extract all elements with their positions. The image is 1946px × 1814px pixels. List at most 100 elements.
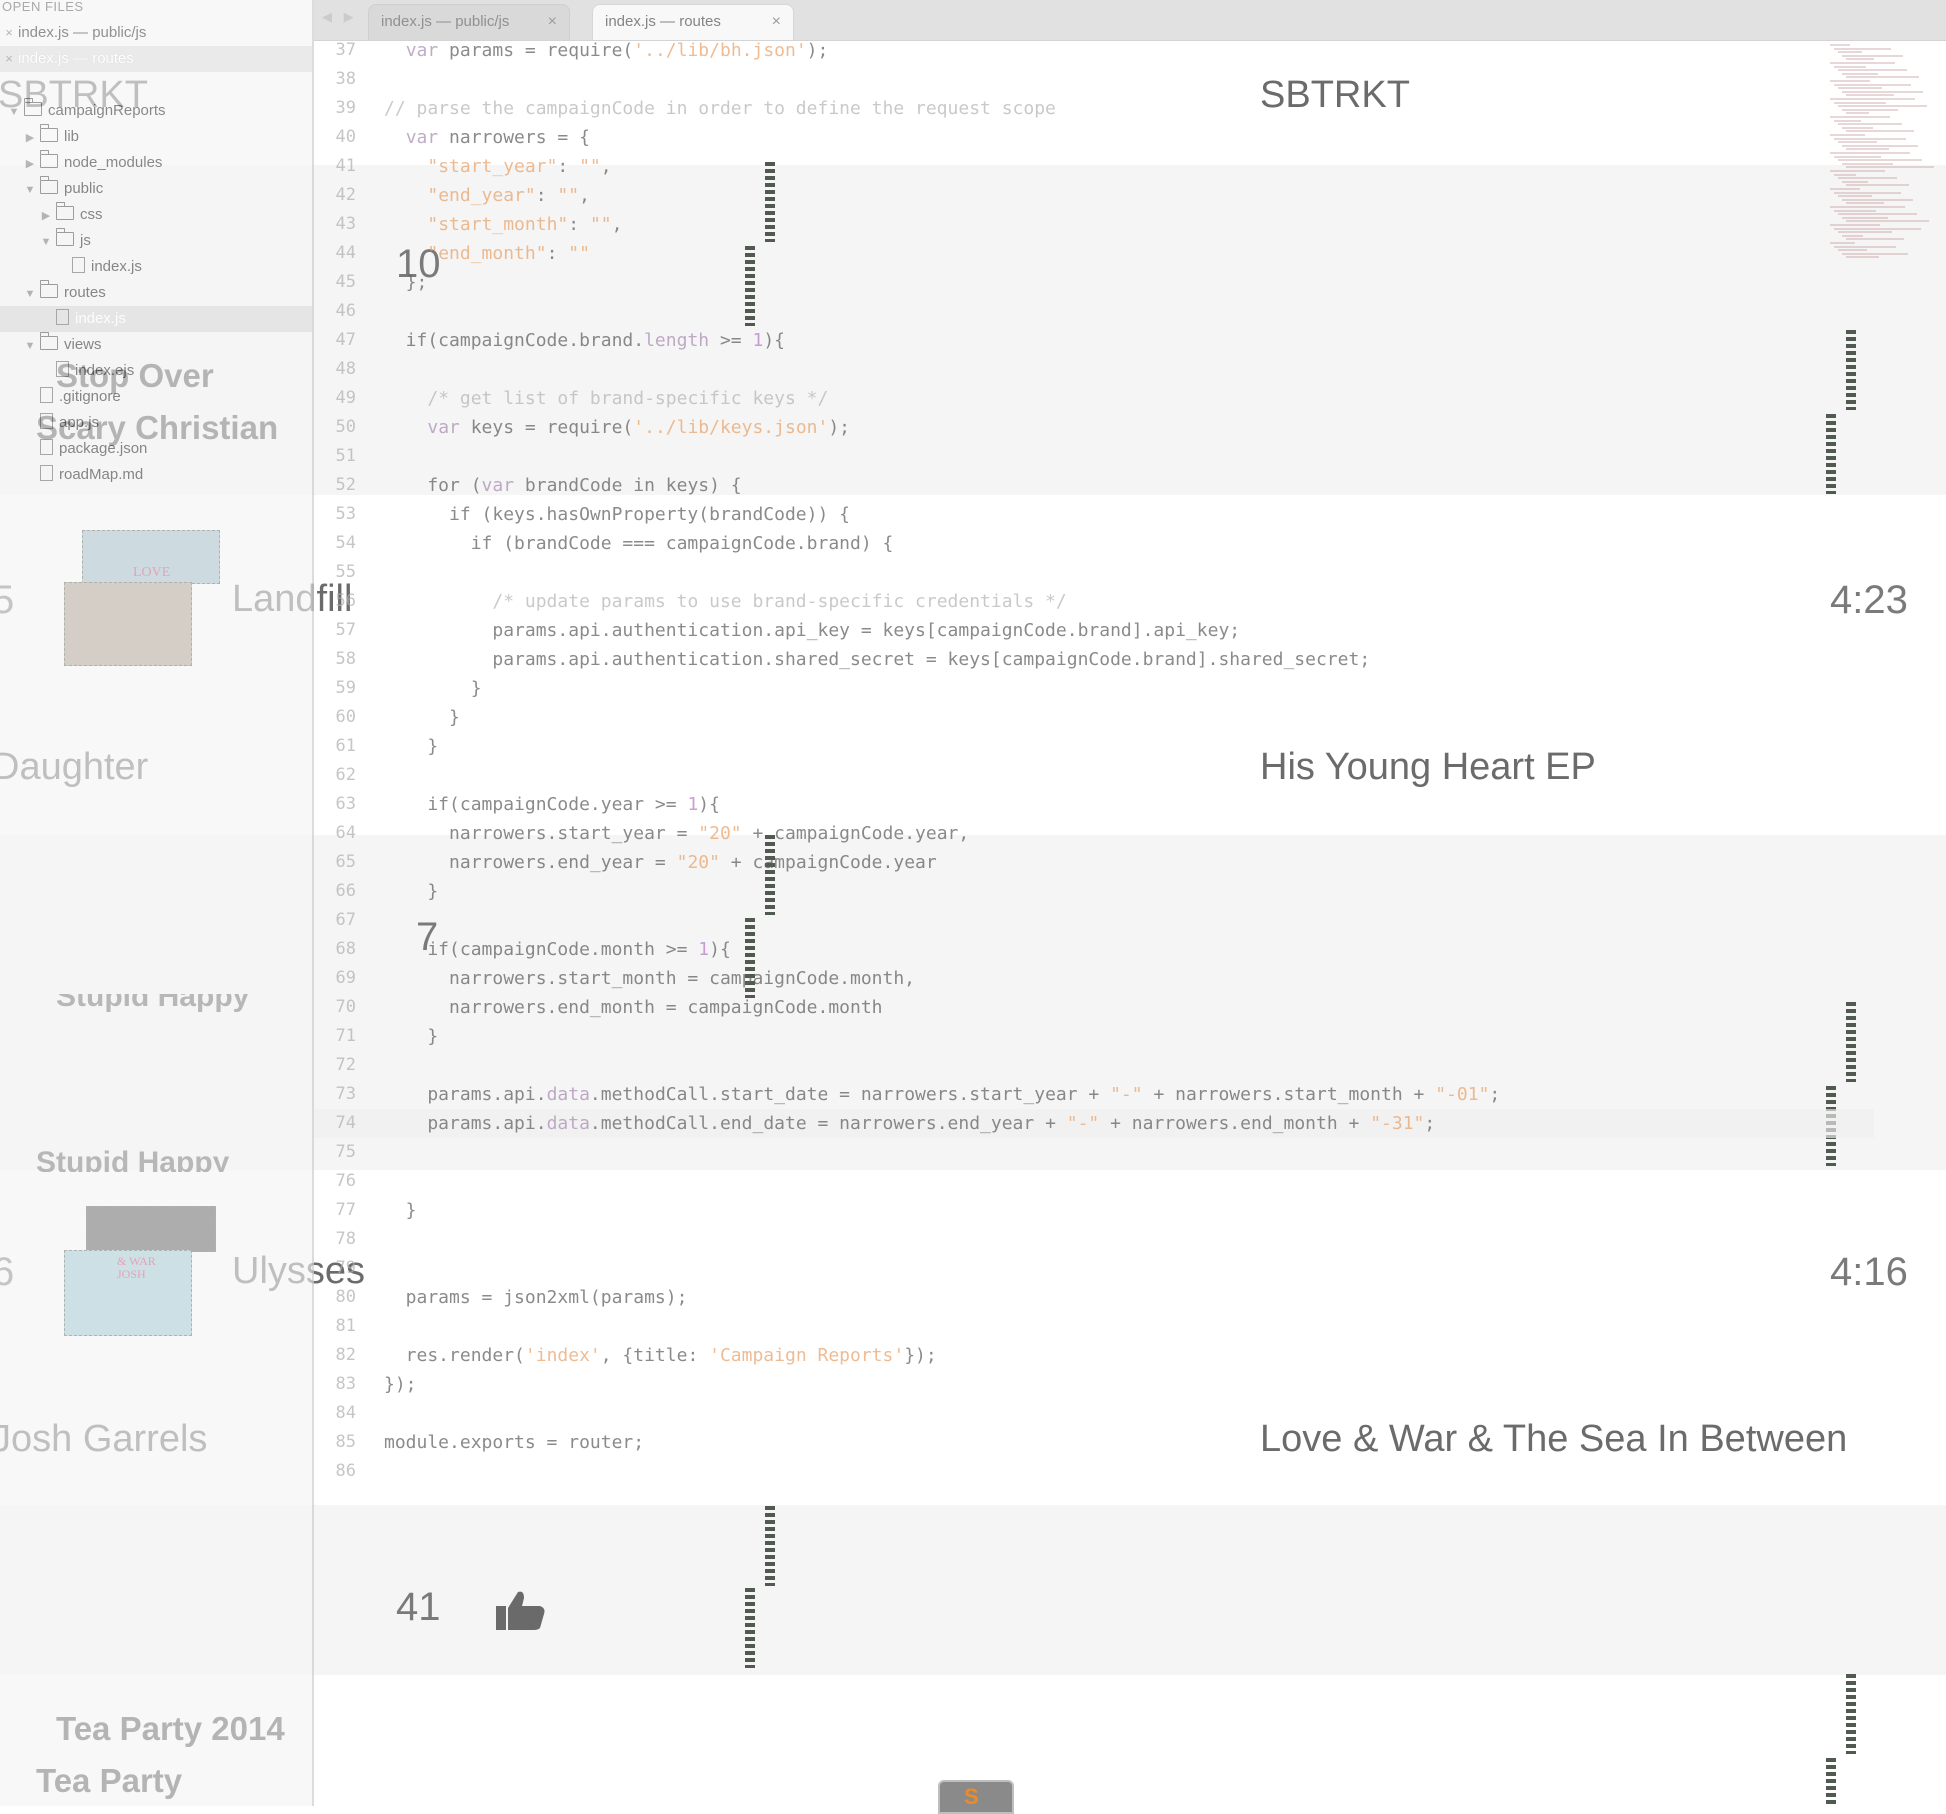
code-line[interactable]: 67 [314,906,1874,935]
tree-file[interactable]: index.js [0,306,312,332]
minimap-line [1846,220,1929,223]
code-line[interactable]: 68 if(campaignCode.month >= 1){ [314,935,1874,964]
disclosure-closed-icon[interactable]: ▶ [40,203,52,229]
code-line[interactable]: 56 /* update params to use brand-specifi… [314,587,1874,616]
code-line[interactable]: 60 } [314,703,1874,732]
code-line[interactable]: 49 /* get list of brand-specific keys */ [314,384,1874,413]
file-icon [72,257,85,273]
minimap-line [1846,76,1919,79]
code-line[interactable]: 62 [314,761,1874,790]
minimap-line [1830,170,1885,172]
disclosure-open-icon[interactable]: ▼ [8,99,20,125]
disclosure-open-icon[interactable]: ▼ [40,229,52,255]
tree-file[interactable]: index.ejs [0,358,312,384]
code-line[interactable]: 84 [314,1399,1874,1428]
folder-icon [23,98,42,116]
code-line[interactable]: 47 if(campaignCode.brand.length >= 1){ [314,326,1874,355]
tree-folder[interactable]: ▼ js [0,228,312,254]
close-icon[interactable]: × [772,5,781,39]
code-line[interactable]: 44 "end_month": "" [314,239,1874,268]
code-line[interactable]: 61 } [314,732,1874,761]
code-line[interactable]: 78 [314,1225,1874,1254]
code-line[interactable]: 65 narrowers.end_year = "20" + campaignC… [314,848,1874,877]
tab-nav-arrows-icon[interactable]: ◀ ▶ [322,9,358,25]
code-line[interactable]: 37 var params = require('../lib/bh.json'… [314,36,1874,65]
code-line[interactable]: 41 "start_year": "", [314,152,1874,181]
tree-folder[interactable]: ▶ lib [0,124,312,150]
minimap-line [1842,126,1873,129]
code-line[interactable]: 58 params.api.authentication.shared_secr… [314,645,1874,674]
minimap-line [1830,80,1870,82]
code-line[interactable]: 55 [314,558,1874,587]
open-file-item[interactable]: × index.js — routes [0,46,312,72]
code-line[interactable]: 71 } [314,1022,1874,1051]
code-area[interactable]: 37 var params = require('../lib/bh.json'… [314,40,1874,1806]
code-line[interactable]: 52 for (var brandCode in keys) { [314,471,1874,500]
minimap-line [1834,245,1896,248]
minimap-line [1830,224,1880,226]
disclosure-open-icon[interactable]: ▼ [24,281,36,307]
file-icon [56,309,69,325]
code-line[interactable]: 79 [314,1254,1874,1283]
tree-file[interactable]: app.js [0,410,312,436]
code-line[interactable]: 75 [314,1138,1874,1167]
code-line[interactable]: 77 } [314,1196,1874,1225]
tree-file[interactable]: .gitignore [0,384,312,410]
code-line[interactable]: 43 "start_month": "", [314,210,1874,239]
code-line[interactable]: 85 module.exports = router; [314,1428,1874,1457]
disclosure-open-icon[interactable]: ▼ [24,177,36,203]
code-line[interactable]: 46 [314,297,1874,326]
code-line[interactable]: 74 params.api.data.methodCall.end_date =… [314,1109,1874,1138]
tree-folder[interactable]: ▶ node_modules [0,150,312,176]
tab-index-js-public[interactable]: index.js — public/js × [368,4,570,40]
code-line[interactable]: 83}); [314,1370,1874,1399]
tab-index-js-routes[interactable]: index.js — routes × [592,4,794,40]
code-line[interactable]: 54 if (brandCode === campaignCode.brand)… [314,529,1874,558]
code-line[interactable]: 45 }; [314,268,1874,297]
code-line[interactable]: 39 // parse the campaignCode in order to … [314,94,1874,123]
code-line[interactable]: 51 [314,442,1874,471]
code-line[interactable]: 70 narrowers.end_month = campaignCode.mo… [314,993,1874,1022]
code-line[interactable]: 40 var narrowers = { [314,123,1874,152]
close-icon[interactable]: × [0,20,18,46]
code-line[interactable]: 53 if (keys.hasOwnProperty(brandCode)) { [314,500,1874,529]
tree-folder[interactable]: ▶ css [0,202,312,228]
code-line[interactable]: 57 params.api.authentication.api_key = k… [314,616,1874,645]
code-line[interactable]: 59 } [314,674,1874,703]
minimap-line [1834,191,1901,194]
tree-file[interactable]: roadMap.md [0,462,312,488]
open-file-item[interactable]: × index.js — public/js [0,20,312,46]
minimap[interactable] [1826,40,1946,280]
disclosure-closed-icon[interactable]: ▶ [24,125,36,151]
code-line[interactable]: 86 [314,1457,1874,1486]
code-line[interactable]: 73 params.api.data.methodCall.start_date… [314,1080,1874,1109]
code-line[interactable]: 64 narrowers.start_year = "20" + campaig… [314,819,1874,848]
disclosure-closed-icon[interactable]: ▶ [24,151,36,177]
disclosure-open-icon[interactable]: ▼ [24,333,36,359]
code-line[interactable]: 81 [314,1312,1874,1341]
sublime-text-icon[interactable]: S [938,1780,1014,1814]
close-icon[interactable]: × [548,5,557,39]
tree-folder[interactable]: ▼ routes [0,280,312,306]
tree-folder[interactable]: ▼ views [0,332,312,358]
tree-file[interactable]: index.js [0,254,312,280]
code-line[interactable]: 63 if(campaignCode.year >= 1){ [314,790,1874,819]
tree-file[interactable]: package.json [0,436,312,462]
close-icon[interactable]: × [0,46,18,72]
line-number: 71 [335,1026,356,1046]
code-line[interactable]: 38 [314,65,1874,94]
code-line[interactable]: 66 } [314,877,1874,906]
code-line[interactable]: 50 var keys = require('../lib/keys.json'… [314,413,1874,442]
code-line[interactable]: 48 [314,355,1874,384]
code-line[interactable]: 42 "end_year": "", [314,181,1874,210]
line-number: 37 [335,40,356,60]
tree-folder[interactable]: ▼ campaignReports [0,98,312,124]
code-line[interactable]: 76 [314,1167,1874,1196]
code-line[interactable]: 82 res.render('index', {title: 'Campaign… [314,1341,1874,1370]
code-line[interactable]: 80 params = json2xml(params); [314,1283,1874,1312]
tree-folder[interactable]: ▼ public [0,176,312,202]
code-text: } [384,707,460,728]
code-line[interactable]: 72 [314,1051,1874,1080]
line-number: 41 [335,156,356,176]
code-line[interactable]: 69 narrowers.start_month = campaignCode.… [314,964,1874,993]
